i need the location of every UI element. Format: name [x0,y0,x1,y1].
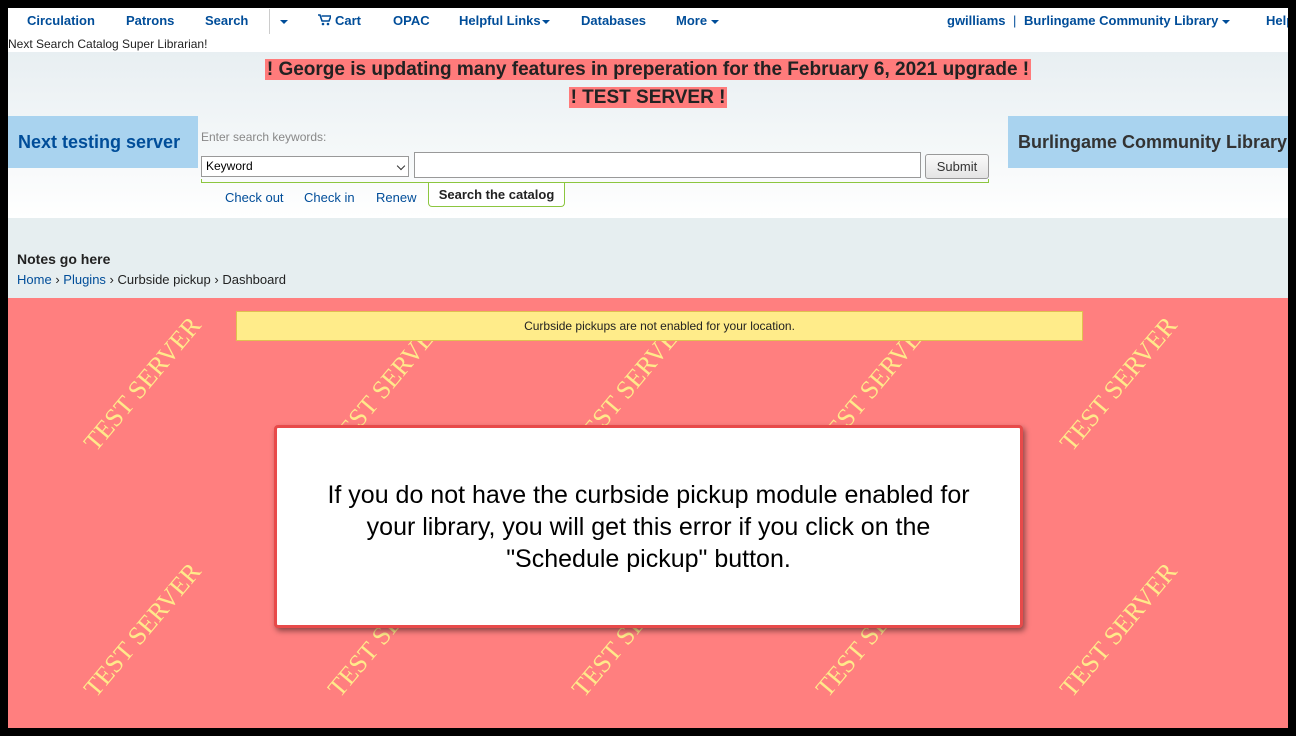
nav-opac[interactable]: OPAC [393,13,430,28]
branch-name-box: Burlingame Community Library [1008,116,1288,168]
watermark-text: TEST SERVER [78,557,207,703]
search-input[interactable] [414,152,921,178]
nav-user-separator: | [1013,13,1017,28]
breadcrumb-current: Dashboard [222,272,286,287]
upgrade-banner-text: ! George is updating many features in pr… [264,59,1032,80]
tab-check-out[interactable]: Check out [225,190,284,205]
nav-patrons[interactable]: Patrons [126,13,174,28]
breadcrumb: Home › Plugins › Curbside pickup › Dashb… [17,272,286,287]
cart-icon [318,14,333,26]
breadcrumb-separator: › [109,272,114,287]
curbside-disabled-alert: Curbside pickups are not enabled for you… [236,311,1083,341]
search-label: Enter search keywords: [201,130,327,144]
search-tabs-rule [201,179,989,183]
nav-divider [269,9,270,34]
top-navbar: Circulation Patrons Search Cart OPAC Hel… [8,8,1288,36]
main-content: TEST SERVER TEST SERVER TEST SERVER TEST… [8,298,1288,728]
breadcrumb-area: Notes go here Home › Plugins › Curbside … [8,218,1288,298]
nav-user[interactable]: gwilliams [947,13,1006,28]
submit-button[interactable]: Submit [925,154,989,179]
nav-library-label: Burlingame Community Library [1024,13,1219,28]
watermark-text: TEST SERVER [1054,557,1183,703]
tab-renew[interactable]: Renew [376,190,416,205]
search-menu-toggle[interactable] [276,13,288,28]
watermark-text: TEST SERVER [78,311,207,457]
nav-help[interactable]: Help [1266,13,1288,28]
caret-down-icon [711,19,720,24]
nav-circulation[interactable]: Circulation [27,13,95,28]
test-server-banner-text: ! TEST SERVER ! [568,87,728,108]
nav-cart[interactable]: Cart [318,13,361,28]
nav-helpful-links-label: Helpful Links [459,13,541,28]
caret-down-icon [541,19,550,24]
logged-in-message: Next Search Catalog Super Librarian! [8,37,208,51]
upgrade-banner: ! George is updating many features in pr… [8,59,1288,81]
nav-helpful-links[interactable]: Helpful Links [459,13,550,28]
test-server-banner: ! TEST SERVER ! [8,87,1288,109]
nav-cart-label: Cart [335,13,362,28]
breadcrumb-curbside: Curbside pickup [117,272,211,287]
caret-down-icon [1222,19,1231,24]
annotation-callout: If you do not have the curbside pickup m… [274,425,1023,628]
browser-viewport: Circulation Patrons Search Cart OPAC Hel… [8,8,1288,728]
tab-check-in[interactable]: Check in [304,190,355,205]
breadcrumb-separator: › [55,272,60,287]
nav-more[interactable]: More [676,13,720,28]
nav-databases[interactable]: Databases [581,13,646,28]
site-title-box[interactable]: Next testing server [8,116,198,168]
breadcrumb-plugins[interactable]: Plugins [63,272,106,287]
search-type-value: Keyword [206,159,253,173]
nav-library[interactable]: Burlingame Community Library [1024,13,1231,28]
notes-heading: Notes go here [17,251,111,267]
caret-down-icon [280,19,288,24]
chevron-down-icon [396,161,406,171]
breadcrumb-separator: › [214,272,219,287]
search-type-select[interactable]: Keyword [201,156,409,177]
tab-search-catalog[interactable]: Search the catalog [428,183,565,207]
nav-search[interactable]: Search [205,13,248,28]
breadcrumb-home[interactable]: Home [17,272,52,287]
nav-more-label: More [676,13,708,28]
